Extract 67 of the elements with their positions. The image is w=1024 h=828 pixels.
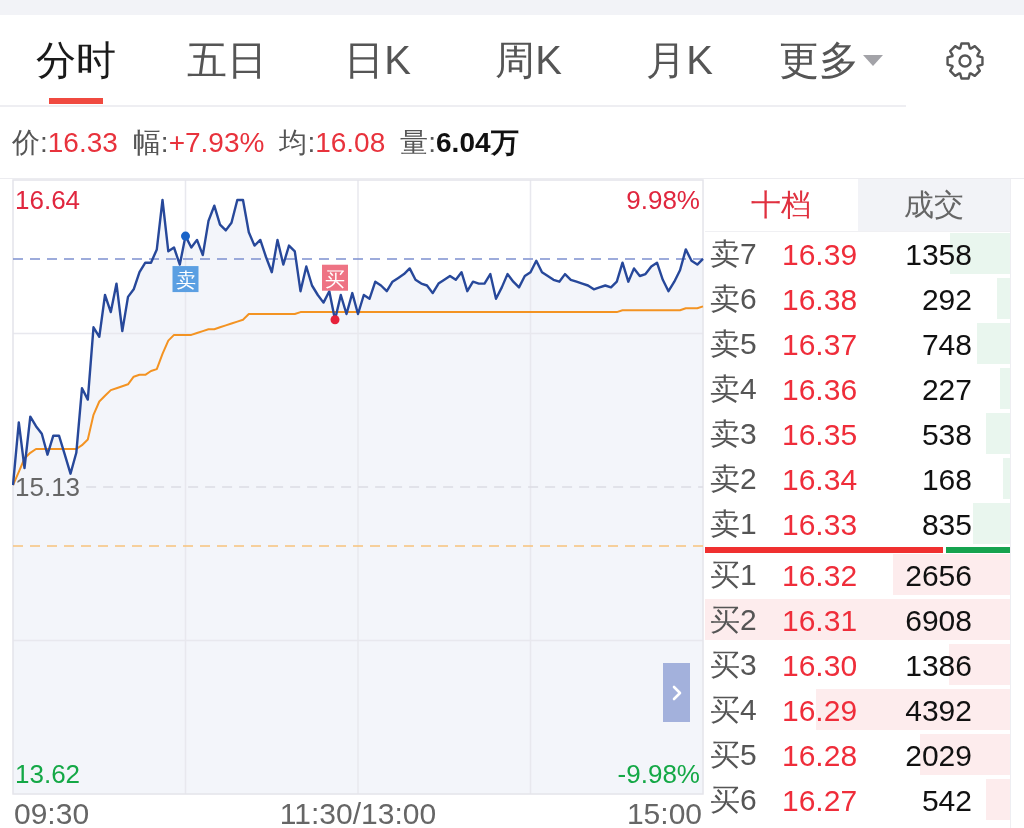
marker-dot-icon — [330, 315, 340, 325]
bid-level-label: 买2 — [710, 602, 758, 638]
quote-label: 幅: — [132, 126, 169, 158]
chart-tab[interactable]: 月K — [604, 15, 755, 105]
price-axis-label: 15.13 — [15, 472, 81, 502]
percent-axis-label: -9.98% — [617, 759, 700, 790]
bid-level-label: 买3 — [710, 647, 758, 683]
more-tab[interactable]: 更多 — [755, 15, 906, 105]
bid-level-label: 买6 — [710, 782, 758, 818]
quote-label: 均: — [279, 126, 316, 158]
bid-price: 16.27 — [782, 783, 859, 818]
time-axis-label: 15:00 — [626, 797, 702, 828]
bid-level-label: 买4 — [710, 692, 758, 728]
price-axis-label: 16.64 — [15, 184, 81, 215]
ask-volume: 292 — [921, 282, 972, 317]
ask-level-label: 卖4 — [710, 371, 758, 407]
ask-price: 16.37 — [782, 327, 859, 362]
ask-level-label: 卖2 — [710, 461, 758, 497]
bid-volume: 6908 — [905, 603, 972, 638]
quote-value: +7.93% — [168, 126, 265, 158]
quote-label: 量: — [400, 126, 437, 158]
bid-price: 16.29 — [782, 693, 859, 728]
ask-volume: 168 — [921, 462, 972, 497]
bid-level-label: 买1 — [710, 557, 758, 593]
ask-volume: 835 — [921, 507, 972, 542]
ask-price: 16.34 — [782, 462, 859, 497]
chart-tab[interactable]: 五日 — [151, 15, 302, 105]
chevron-right-icon — [671, 684, 682, 701]
price-axis-label: 13.62 — [15, 759, 81, 790]
ask-volume: 227 — [921, 372, 972, 407]
ask-price: 16.35 — [782, 417, 859, 452]
chart-tab[interactable]: 日K — [302, 15, 453, 105]
quote-value: 16.33 — [47, 126, 118, 158]
time-axis-label: 09:30 — [14, 797, 90, 828]
bid-price: 16.30 — [782, 648, 859, 683]
bid-volume: 542 — [921, 783, 972, 818]
quote-value: 16.08 — [315, 126, 386, 158]
ask-level-label: 卖5 — [710, 326, 758, 362]
ask-price: 16.39 — [782, 237, 859, 272]
bid-volume: 1386 — [905, 648, 972, 683]
ask-price: 16.33 — [782, 507, 859, 542]
ask-price: 16.36 — [782, 372, 859, 407]
bid-price: 16.32 — [782, 558, 859, 593]
ask-volume: 538 — [921, 417, 972, 452]
ask-level-label: 卖6 — [710, 281, 758, 317]
bid-level-label: 买5 — [710, 737, 758, 773]
ask-level-label: 卖7 — [710, 236, 758, 272]
quote-label: 价: — [12, 126, 48, 158]
time-axis-label: 11:30/13:00 — [279, 797, 437, 828]
trade-tag: 买 — [322, 264, 348, 291]
order-book-tab[interactable]: 成交 — [857, 179, 1010, 231]
ask-price: 16.38 — [782, 282, 859, 317]
percent-axis-label: 9.98% — [626, 184, 700, 215]
bid-price: 16.31 — [782, 603, 859, 638]
marker-dot-icon — [181, 231, 190, 241]
ask-volume: 1358 — [905, 237, 972, 272]
ask-level-label: 卖3 — [710, 416, 758, 452]
bid-volume: 4392 — [905, 693, 972, 728]
ask-level-label: 卖1 — [710, 506, 758, 542]
trade-tag: 卖 — [172, 266, 199, 293]
quote-value: 6.04万 — [436, 126, 519, 158]
bid-volume: 2656 — [905, 558, 972, 593]
ask-volume: 748 — [921, 327, 972, 362]
chart-tab[interactable]: 周K — [453, 15, 604, 105]
bid-price: 16.28 — [782, 738, 859, 773]
bid-volume: 2029 — [905, 738, 972, 773]
settings-icon[interactable] — [945, 41, 985, 81]
